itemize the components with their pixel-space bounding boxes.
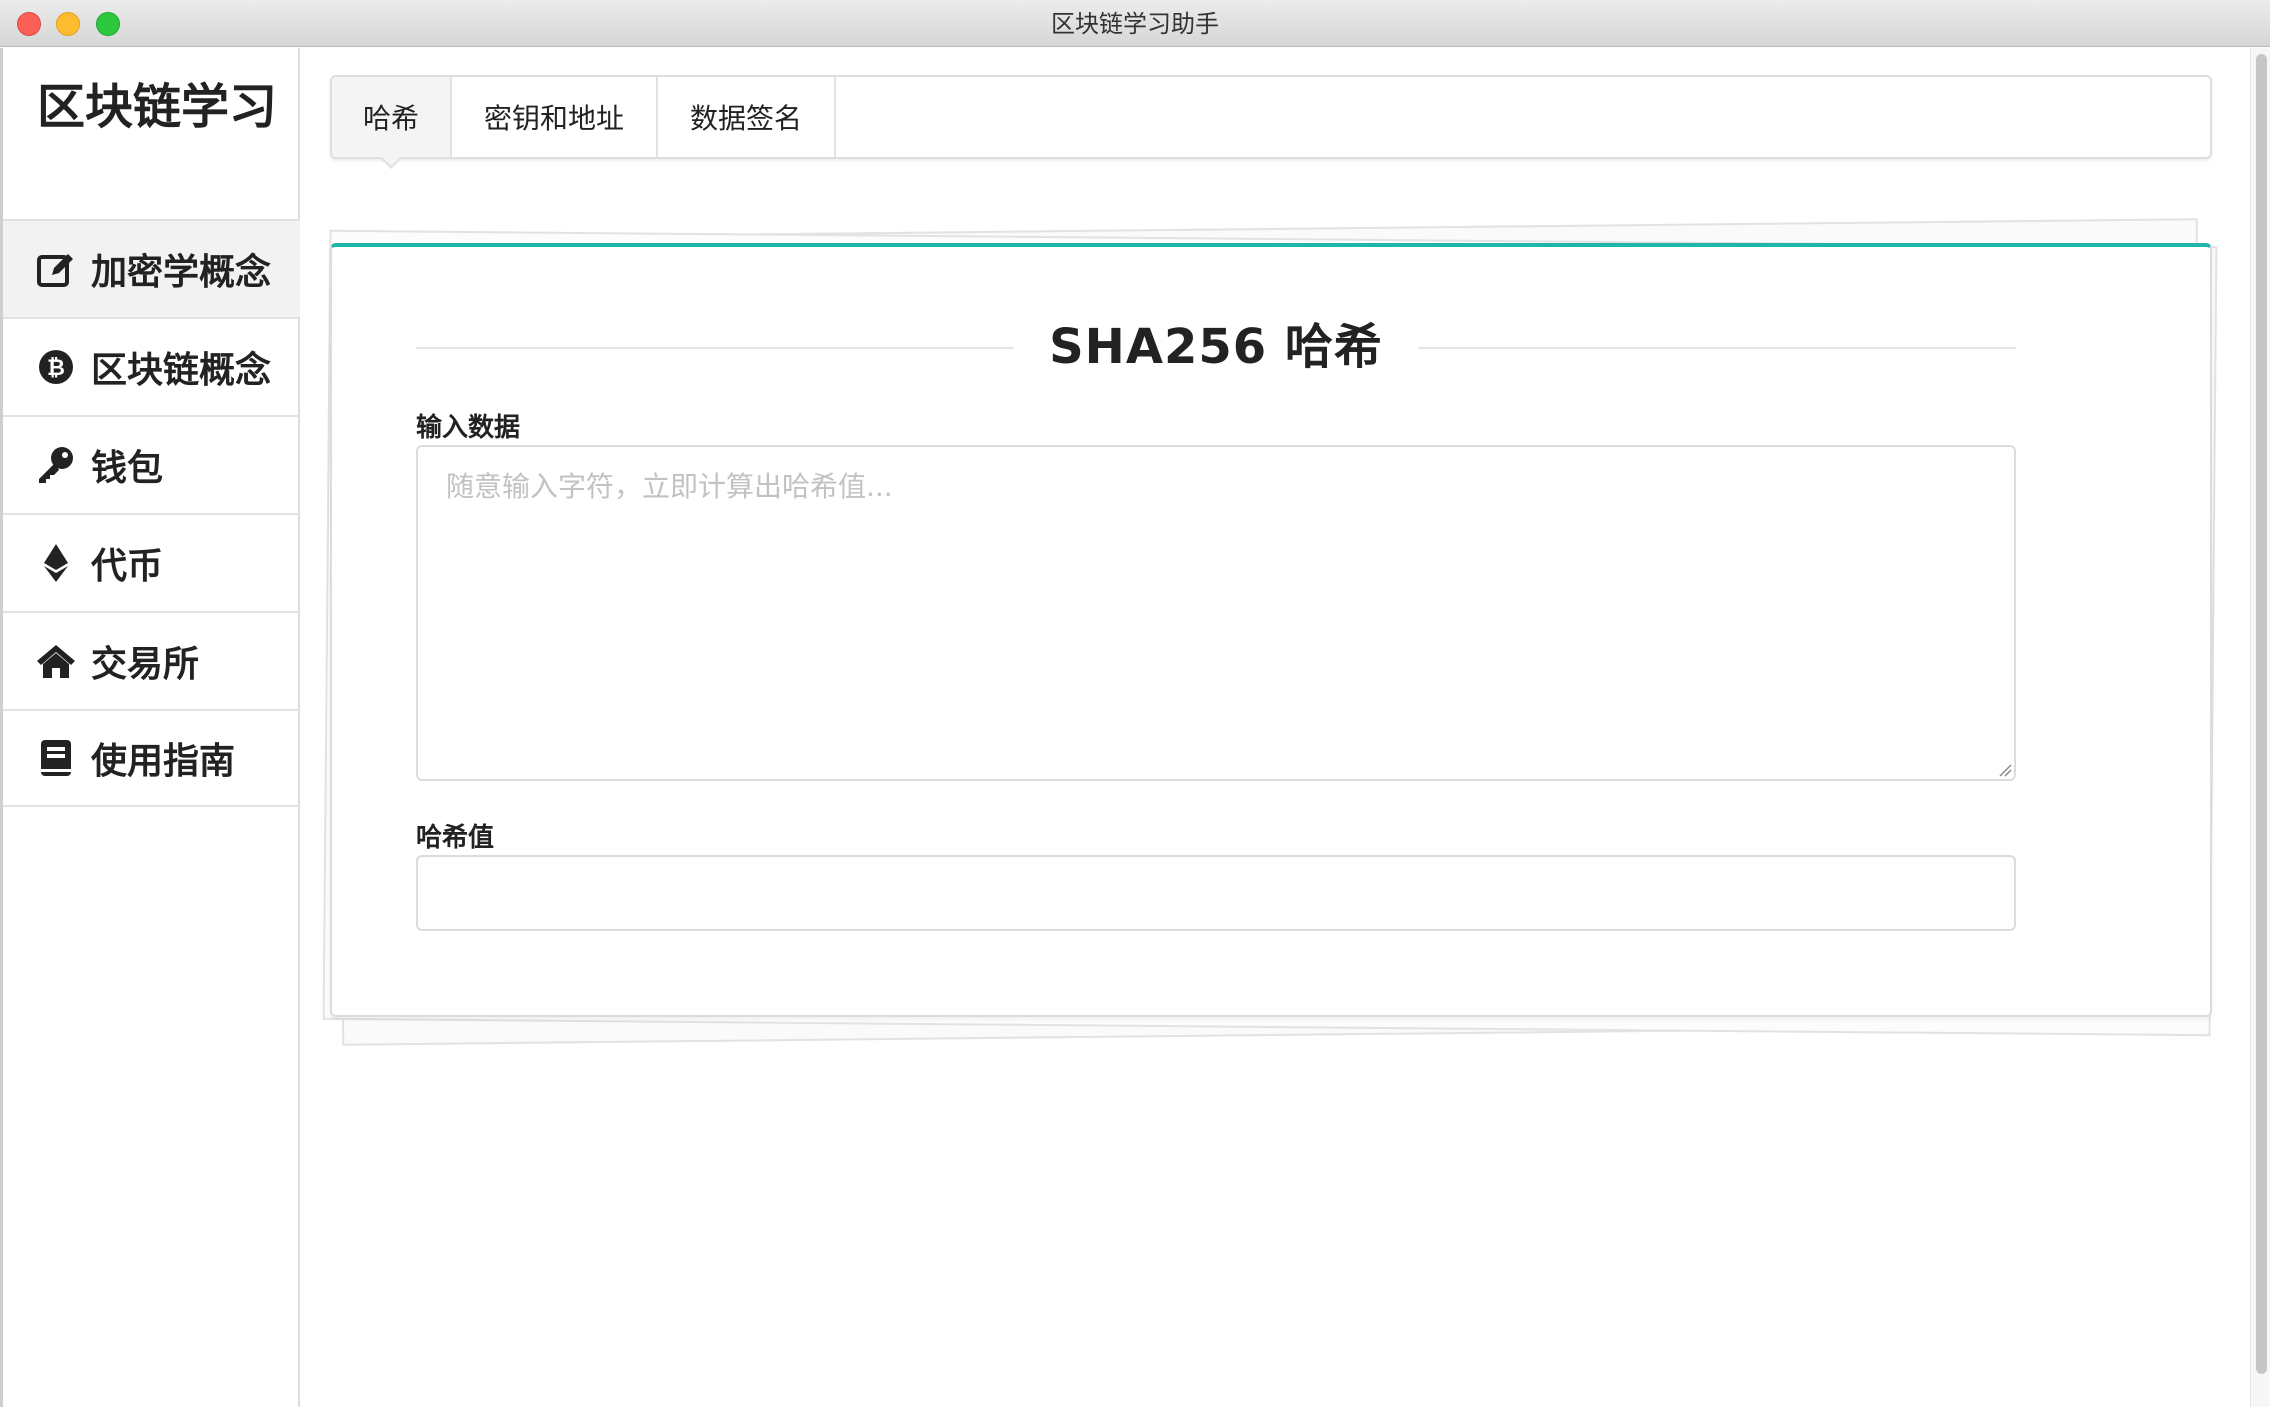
sidebar-item-wallet[interactable]: 钱包 [3,415,301,513]
sidebar-menu: 加密学概念 ₿ 区块链概念 钱包 代币 交易所 使用指南 [3,219,301,807]
hash-card: SHA256 哈希 输入数据 哈希值 [330,243,2212,1017]
sidebar-item-label: 钱包 [91,448,164,489]
input-data-label: 输入数据 [416,413,521,443]
sidebar-item-guide[interactable]: 使用指南 [3,709,301,807]
tab-hash[interactable]: 哈希 [332,77,453,169]
window-title: 区块链学习助手 [1051,10,1219,38]
svg-text:₿: ₿ [47,356,65,381]
resize-grip-icon[interactable] [1998,763,2012,777]
key-icon [35,444,77,486]
header-divider [1418,347,2016,349]
sidebar-item-label: 使用指南 [91,741,236,782]
sidebar-item-exchange[interactable]: 交易所 [3,611,301,709]
edit-icon [35,248,77,290]
main-content: 哈希 密钥和地址 数据签名 SHA256 哈希 输入数据 哈希值 [300,48,2250,1407]
sidebar-item-crypto-concepts[interactable]: 加密学概念 [3,219,301,317]
card-header: SHA256 哈希 [416,317,2016,377]
sidebar: 区块链学习 加密学概念 ₿ 区块链概念 钱包 代币 交易所 使用指南 [0,48,301,1407]
sidebar-item-tokens[interactable]: 代币 [3,513,301,611]
window-titlebar: 区块链学习助手 [0,0,2270,47]
vertical-scrollbar[interactable] [2250,48,2270,1407]
sidebar-item-blockchain-concepts[interactable]: ₿ 区块链概念 [3,317,301,415]
tab-bar: 哈希 密钥和地址 数据签名 [330,75,2212,169]
hash-value-field[interactable] [416,855,2016,931]
home-icon [35,640,77,682]
tab-keys-and-addresses[interactable]: 密钥和地址 [452,77,659,157]
input-data-textarea[interactable] [416,445,2016,781]
sidebar-item-label: 交易所 [91,644,200,685]
ethereum-icon [35,542,77,584]
sidebar-item-label: 加密学概念 [91,252,272,293]
scrollbar-thumb[interactable] [2256,54,2267,1374]
tab-data-signature[interactable]: 数据签名 [658,77,837,157]
sidebar-item-label: 代币 [91,546,164,587]
book-icon [35,737,77,779]
sidebar-item-label: 区块链概念 [91,350,272,391]
hash-value-label: 哈希值 [416,823,495,853]
bitcoin-icon: ₿ [35,346,77,388]
app-name: 区块链学习 [37,79,278,135]
